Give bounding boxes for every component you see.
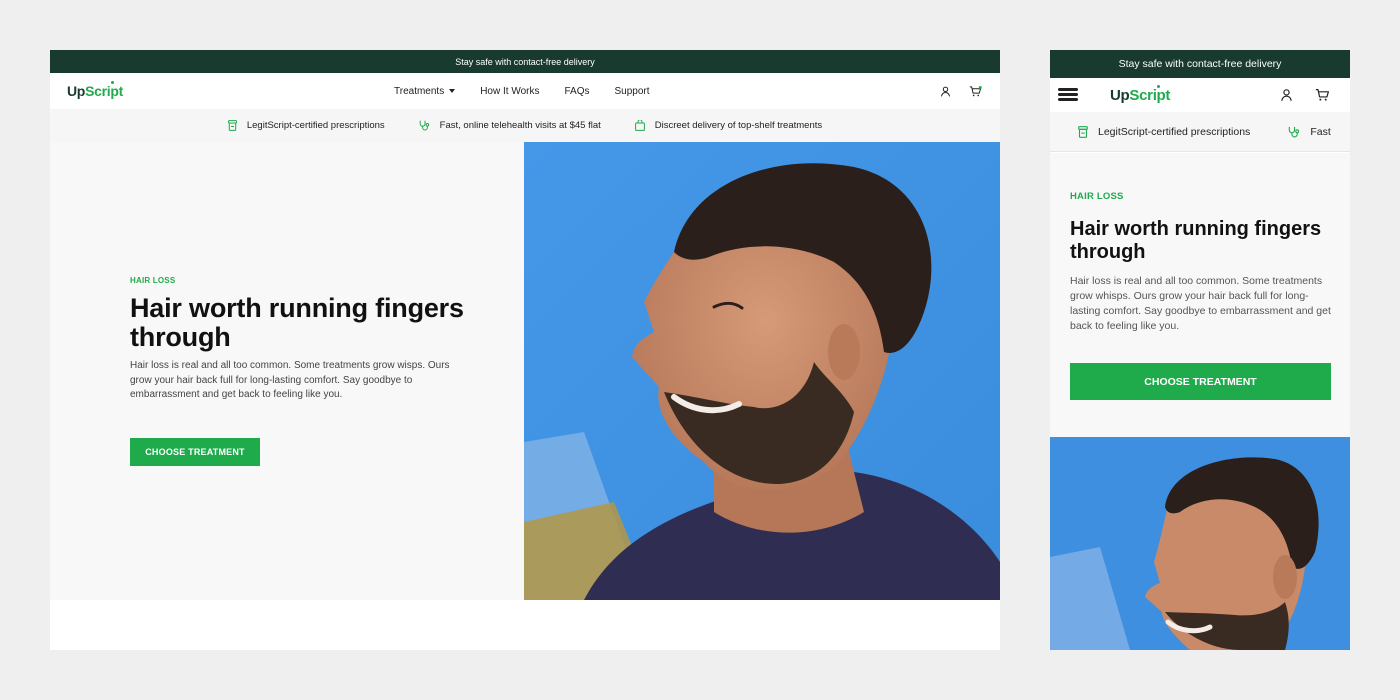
stethoscope-icon	[1288, 126, 1300, 138]
logo-text-script: Script	[85, 83, 123, 99]
choose-treatment-button[interactable]: CHOOSE TREATMENT	[1070, 363, 1331, 400]
trust-item: LegitScript-certified prescriptions	[227, 120, 385, 131]
hero-text: HAIR LOSS Hair worth running fingers thr…	[1070, 191, 1332, 334]
mobile-trust-bar: LegitScript-certified prescriptions Fast	[1050, 112, 1350, 152]
stethoscope-icon	[419, 120, 430, 131]
nav-item-treatments[interactable]: Treatments	[394, 85, 456, 97]
trust-bar: LegitScript-certified prescriptions Fast…	[50, 109, 1000, 142]
trust-item: Fast, online telehealth visits at $45 fl…	[419, 120, 601, 131]
hero-eyebrow: HAIR LOSS	[1070, 191, 1124, 202]
nav-item-support[interactable]: Support	[615, 86, 650, 97]
hero-eyebrow: HAIR LOSS	[130, 276, 176, 285]
nav-item-label: Support	[614, 85, 650, 97]
mobile-hero-photo	[1050, 437, 1350, 650]
prescription-bottle-icon	[227, 120, 237, 131]
mobile-nav-icons	[1280, 78, 1330, 112]
trust-item-label: LegitScript-certified prescriptions	[1098, 125, 1251, 138]
hero-description: Hair loss is real and all too common. So…	[130, 360, 450, 400]
logo-dot	[1157, 85, 1160, 88]
hero-title: Hair worth running fingers through	[130, 293, 464, 352]
logo-text-script: Script	[1129, 87, 1171, 104]
nav-item-faqs[interactable]: FAQs	[564, 86, 589, 97]
brand-logo[interactable]: UpScript	[1110, 85, 1171, 104]
nav-item-label: How It Works	[480, 85, 540, 97]
brand-logo[interactable]: UpScript	[67, 81, 123, 99]
nav-item-how-it-works[interactable]: How It Works	[480, 86, 539, 97]
trust-item: LegitScript-certified prescriptions	[1078, 126, 1250, 138]
user-icon[interactable]	[940, 86, 951, 97]
hero-section: HAIR LOSS Hair worth running fingers thr…	[50, 142, 1000, 600]
package-icon	[634, 120, 645, 131]
cart-icon[interactable]	[969, 85, 982, 97]
prescription-bottle-icon	[1078, 125, 1088, 138]
logo-dot	[111, 81, 114, 84]
mobile-hero-section: HAIR LOSS Hair worth running fingers thr…	[1050, 153, 1350, 437]
trust-item: Fast	[1288, 125, 1331, 138]
trust-item-label: Fast, online telehealth visits at $45 fl…	[439, 120, 601, 131]
main-navbar: UpScript Treatments How It Works FAQs Su…	[50, 73, 1000, 109]
mobile-announcement-bar: Stay safe with contact-free delivery	[1050, 50, 1350, 78]
nav-icons	[940, 73, 982, 109]
announcement-text: Stay safe with contact-free delivery	[1118, 58, 1282, 70]
user-icon[interactable]	[1280, 88, 1293, 102]
trust-item-label: Fast	[1310, 125, 1331, 138]
trust-item-label: Discreet delivery of top-shelf treatment…	[654, 120, 823, 131]
menu-icon[interactable]	[1058, 88, 1078, 103]
trust-item: Discreet delivery of top-shelf treatment…	[634, 120, 823, 131]
announcement-bar: Stay safe with contact-free delivery	[50, 50, 1000, 73]
nav-item-label: Treatments	[394, 85, 445, 97]
hero-text: HAIR LOSS Hair worth running fingers thr…	[130, 276, 470, 403]
logo-text-up: Up	[1110, 87, 1130, 104]
hero-photo	[524, 142, 1000, 600]
cart-icon[interactable]	[1315, 88, 1330, 102]
trust-item-label: LegitScript-certified prescriptions	[246, 120, 385, 131]
hero-title: Hair worth running fingers through	[1070, 218, 1322, 263]
chevron-down-icon	[449, 89, 456, 93]
nav-item-label: FAQs	[564, 85, 590, 97]
choose-treatment-button[interactable]: CHOOSE TREATMENT	[130, 438, 260, 466]
hero-description: Hair loss is real and all too common. So…	[1070, 275, 1331, 332]
logo-text-up: Up	[67, 83, 86, 99]
announcement-text: Stay safe with contact-free delivery	[455, 56, 595, 67]
mobile-navbar: UpScript	[1050, 78, 1350, 112]
desktop-page: Stay safe with contact-free delivery UpS…	[50, 50, 1000, 650]
mobile-page: Stay safe with contact-free delivery UpS…	[1050, 50, 1350, 650]
primary-nav: Treatments How It Works FAQs Support	[394, 73, 650, 109]
